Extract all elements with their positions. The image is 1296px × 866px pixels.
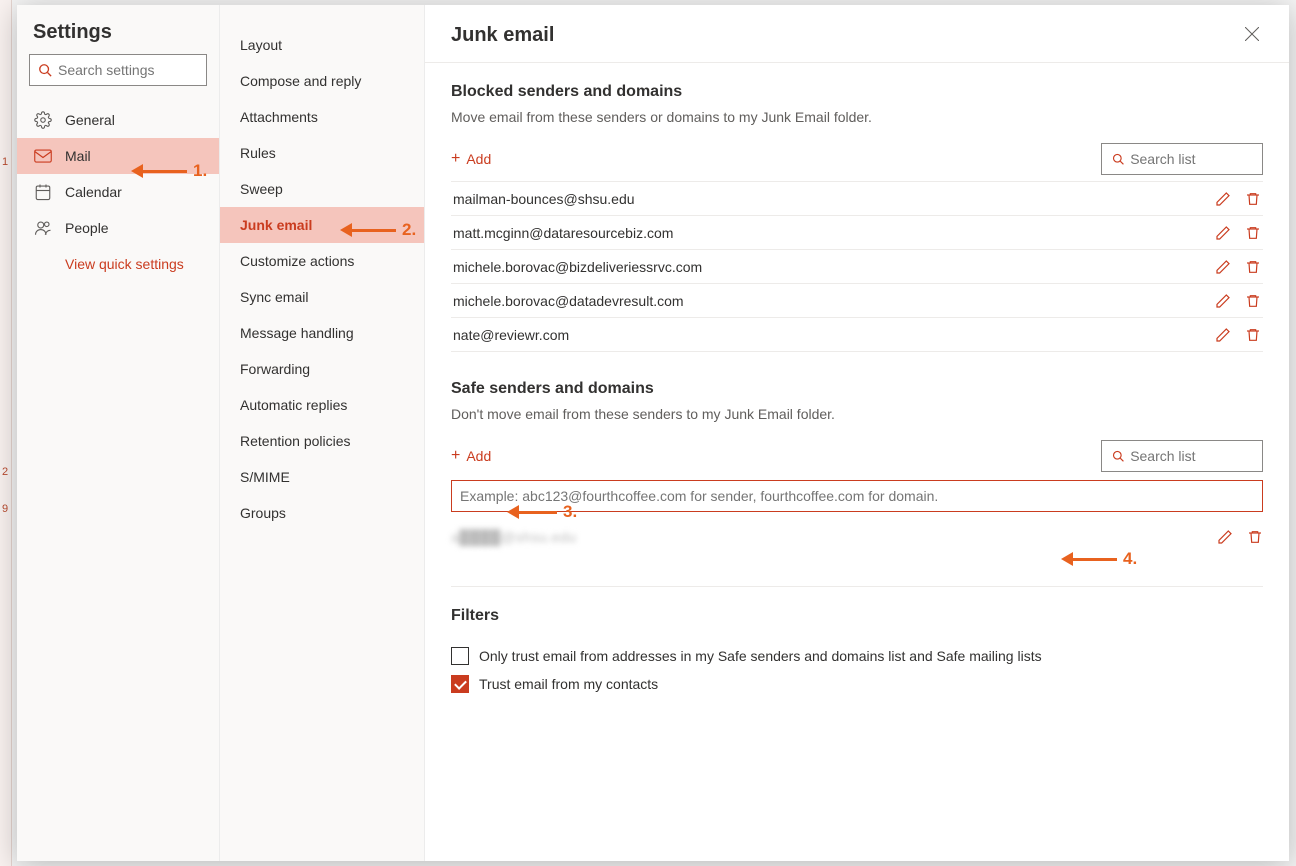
blocked-add-button[interactable]: + Add xyxy=(451,150,491,168)
calendar-icon xyxy=(33,183,53,201)
blocked-row: matt.mcginn@dataresourcebiz.com xyxy=(451,216,1263,250)
sidebar-item-label: General xyxy=(65,112,115,128)
edit-icon[interactable] xyxy=(1215,225,1231,241)
blocked-email: matt.mcginn@dataresourcebiz.com xyxy=(453,225,673,241)
blocked-row: michele.borovac@bizdeliveriessrvc.com xyxy=(451,250,1263,284)
submenu-junk-email[interactable]: Junk email xyxy=(220,207,424,243)
delete-icon[interactable] xyxy=(1245,259,1261,275)
settings-modal: Settings General Mail xyxy=(17,5,1289,861)
blocked-row: mailman-bounces@shsu.edu xyxy=(451,182,1263,216)
trust-contacts-label: Trust email from my contacts xyxy=(479,676,658,692)
add-label: Add xyxy=(466,151,491,167)
submenu-layout[interactable]: Layout xyxy=(220,27,424,63)
submenu-compose-reply[interactable]: Compose and reply xyxy=(220,63,424,99)
edit-icon[interactable] xyxy=(1215,259,1231,275)
submenu-sweep[interactable]: Sweep xyxy=(220,171,424,207)
plus-icon: + xyxy=(451,150,460,168)
settings-title: Settings xyxy=(17,5,219,54)
mail-submenu: Layout Compose and reply Attachments Rul… xyxy=(220,5,425,861)
submenu-attachments[interactable]: Attachments xyxy=(220,99,424,135)
sidebar-item-people[interactable]: People xyxy=(17,210,219,246)
view-quick-settings-link[interactable]: View quick settings xyxy=(17,246,219,272)
people-icon xyxy=(33,219,53,237)
blocked-row: michele.borovac@datadevresult.com xyxy=(451,284,1263,318)
blocked-row: nate@reviewr.com xyxy=(451,318,1263,352)
safe-senders-section: Safe senders and domains Don't move emai… xyxy=(451,380,1263,556)
blocked-heading: Blocked senders and domains xyxy=(451,83,1263,101)
sidebar-item-calendar[interactable]: Calendar xyxy=(17,174,219,210)
submenu-automatic-replies[interactable]: Automatic replies xyxy=(220,387,424,423)
close-icon xyxy=(1245,27,1259,41)
safe-search-list[interactable] xyxy=(1101,440,1263,472)
filter-trust-contacts-row: Trust email from my contacts xyxy=(451,675,1263,693)
mail-icon xyxy=(33,149,53,163)
delete-icon[interactable] xyxy=(1245,327,1261,343)
submenu-customize-actions[interactable]: Customize actions xyxy=(220,243,424,279)
content-pane: Junk email Blocked senders and domains M… xyxy=(425,5,1289,861)
submenu-groups[interactable]: Groups xyxy=(220,495,424,531)
submenu-message-handling[interactable]: Message handling xyxy=(220,315,424,351)
filters-heading: Filters xyxy=(451,607,1263,625)
add-label: Add xyxy=(466,448,491,464)
sidebar-item-label: Calendar xyxy=(65,184,122,200)
sidebar-item-label: Mail xyxy=(65,148,91,164)
edit-icon[interactable] xyxy=(1215,327,1231,343)
sidebar-item-mail[interactable]: Mail xyxy=(17,138,219,174)
submenu-forwarding[interactable]: Forwarding xyxy=(220,351,424,387)
submenu-rules[interactable]: Rules xyxy=(220,135,424,171)
settings-sidebar: Settings General Mail xyxy=(17,5,220,861)
search-icon xyxy=(1112,152,1124,166)
blocked-senders-section: Blocked senders and domains Move email f… xyxy=(451,83,1263,352)
search-settings-input[interactable] xyxy=(58,62,198,78)
search-icon xyxy=(1112,449,1124,463)
submenu-sync-email[interactable]: Sync email xyxy=(220,279,424,315)
edit-icon[interactable] xyxy=(1217,529,1233,545)
safe-add-input[interactable] xyxy=(460,488,1254,504)
section-divider xyxy=(451,586,1263,587)
edit-icon[interactable] xyxy=(1215,191,1231,207)
submenu-retention-policies[interactable]: Retention policies xyxy=(220,423,424,459)
only-trust-checkbox[interactable] xyxy=(451,647,469,665)
delete-icon[interactable] xyxy=(1245,191,1261,207)
blocked-email: michele.borovac@bizdeliveriessrvc.com xyxy=(453,259,702,275)
content-body: Blocked senders and domains Move email f… xyxy=(425,63,1289,861)
blocked-email: mailman-bounces@shsu.edu xyxy=(453,191,635,207)
settings-nav: General Mail Calendar People View xyxy=(17,96,219,272)
page-title: Junk email xyxy=(451,24,554,47)
safe-add-input-row[interactable] xyxy=(451,480,1263,512)
edit-icon[interactable] xyxy=(1215,293,1231,309)
blocked-search-input[interactable] xyxy=(1130,151,1252,167)
delete-icon[interactable] xyxy=(1245,293,1261,309)
safe-search-input[interactable] xyxy=(1130,448,1252,464)
safe-heading: Safe senders and domains xyxy=(451,380,1263,398)
sidebar-item-general[interactable]: General xyxy=(17,102,219,138)
close-button[interactable] xyxy=(1241,23,1263,48)
safe-add-button[interactable]: + Add xyxy=(451,447,491,465)
content-header: Junk email xyxy=(425,5,1289,63)
blocked-list: mailman-bounces@shsu.edu matt.mcginn@dat… xyxy=(451,181,1263,352)
sidebar-item-label: People xyxy=(65,220,109,236)
only-trust-label: Only trust email from addresses in my Sa… xyxy=(479,648,1042,664)
plus-icon: + xyxy=(451,447,460,465)
blocked-email: michele.borovac@datadevresult.com xyxy=(453,293,684,309)
trust-contacts-checkbox[interactable] xyxy=(451,675,469,693)
search-settings-box[interactable] xyxy=(29,54,207,86)
safe-row-blurred: a████@shsu.edu xyxy=(451,518,1263,556)
delete-icon[interactable] xyxy=(1247,529,1263,545)
blocked-email: nate@reviewr.com xyxy=(453,327,569,343)
search-icon xyxy=(38,63,52,77)
blocked-search-list[interactable] xyxy=(1101,143,1263,175)
filter-only-trust-row: Only trust email from addresses in my Sa… xyxy=(451,647,1263,665)
filters-section: Filters Only trust email from addresses … xyxy=(451,607,1263,693)
gear-icon xyxy=(33,111,53,129)
blocked-desc: Move email from these senders or domains… xyxy=(451,109,1263,125)
delete-icon[interactable] xyxy=(1245,225,1261,241)
safe-desc: Don't move email from these senders to m… xyxy=(451,406,1263,422)
submenu-smime[interactable]: S/MIME xyxy=(220,459,424,495)
safe-blurred-email: a████@shsu.edu xyxy=(451,529,577,545)
